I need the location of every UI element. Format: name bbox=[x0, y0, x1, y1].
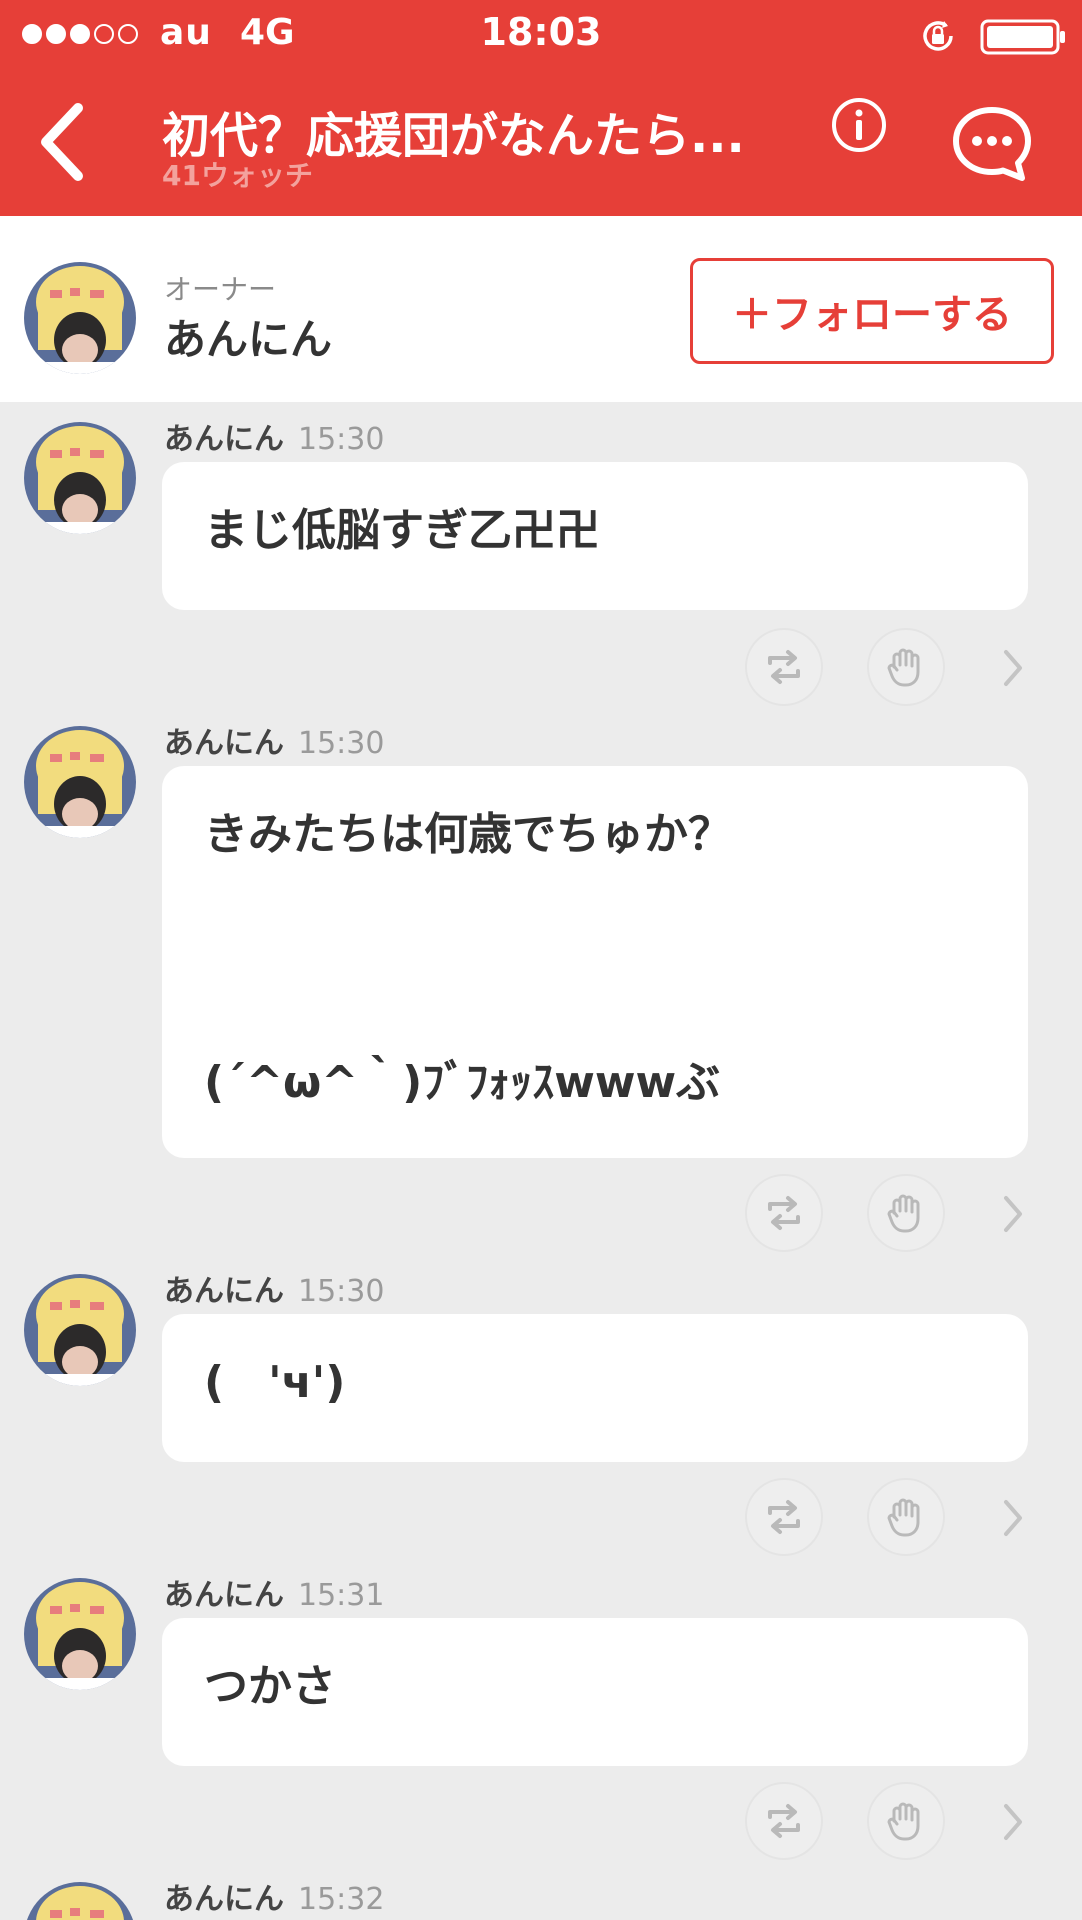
repost-icon bbox=[768, 650, 800, 684]
chevron-right-icon[interactable] bbox=[998, 1192, 1028, 1236]
repost-icon bbox=[768, 1196, 800, 1230]
avatar[interactable] bbox=[24, 726, 136, 838]
status-bar: au 4G 18:03 bbox=[0, 0, 1082, 70]
repost-button[interactable] bbox=[745, 1782, 823, 1860]
repost-button[interactable] bbox=[745, 1478, 823, 1556]
clap-button[interactable] bbox=[867, 1174, 945, 1252]
message-item: あんにん 15:30 きみたちは何歳でちゅか？ (´^ω^｀)ﾌﾞﾌｫｯｽwwwぶ bbox=[0, 718, 1082, 1252]
battery-icon bbox=[980, 19, 1065, 55]
message-bubble: つかさ bbox=[162, 1618, 1028, 1766]
clap-button[interactable] bbox=[867, 628, 945, 706]
owner-label: オーナー bbox=[164, 273, 277, 306]
message-author: あんにん bbox=[164, 1274, 284, 1309]
message-bubble: きみたちは何歳でちゅか？ (´^ω^｀)ﾌﾞﾌｫｯｽwwwぶ bbox=[162, 766, 1028, 1158]
owner-name[interactable]: あんにん bbox=[164, 306, 332, 367]
owner-section: オーナー あんにん ＋フォローする bbox=[0, 216, 1082, 402]
clap-button[interactable] bbox=[867, 1478, 945, 1556]
message-author: あんにん bbox=[164, 422, 284, 457]
message-author: あんにん bbox=[164, 726, 284, 761]
message-bubble: まじ低脳すぎ乙卍卍 bbox=[162, 462, 1028, 610]
message-item: あんにん 15:30 まじ低脳すぎ乙卍卍 bbox=[0, 414, 1082, 714]
repost-button[interactable] bbox=[745, 1174, 823, 1252]
message-time: 15:32 bbox=[298, 1882, 385, 1917]
chevron-right-icon[interactable] bbox=[998, 646, 1028, 690]
chat-bubble-icon[interactable] bbox=[950, 104, 1034, 182]
message-time: 15:30 bbox=[298, 422, 385, 457]
repost-icon bbox=[768, 1804, 800, 1838]
message-author: あんにん bbox=[164, 1882, 284, 1917]
clap-hand-icon bbox=[887, 1194, 920, 1233]
chevron-right-icon[interactable] bbox=[998, 1496, 1028, 1540]
avatar[interactable] bbox=[24, 1578, 136, 1690]
avatar[interactable] bbox=[24, 1882, 136, 1920]
clap-hand-icon bbox=[887, 1498, 920, 1537]
nav-bar: au 4G 18:03 初代？応援団がなんたら... 41ウォッチ bbox=[0, 0, 1082, 216]
rotation-lock-icon bbox=[923, 21, 953, 51]
clap-hand-icon bbox=[887, 1802, 920, 1841]
message-time: 15:30 bbox=[298, 726, 385, 761]
message-item: あんにん 15:32 bbox=[0, 1874, 1082, 1920]
watch-count: 41ウォッチ bbox=[162, 159, 313, 192]
avatar[interactable] bbox=[24, 262, 136, 374]
message-time: 15:30 bbox=[298, 1274, 385, 1309]
repost-icon bbox=[768, 1500, 800, 1534]
avatar[interactable] bbox=[24, 1274, 136, 1386]
chevron-right-icon[interactable] bbox=[998, 1800, 1028, 1844]
repost-button[interactable] bbox=[745, 628, 823, 706]
clap-hand-icon bbox=[887, 648, 920, 687]
avatar[interactable] bbox=[24, 422, 136, 534]
message-bubble: ( 'ч') bbox=[162, 1314, 1028, 1462]
follow-button[interactable]: ＋フォローする bbox=[690, 258, 1054, 364]
clap-button[interactable] bbox=[867, 1782, 945, 1860]
message-time: 15:31 bbox=[298, 1578, 385, 1613]
message-item: あんにん 15:31 つかさ bbox=[0, 1570, 1082, 1870]
message-item: あんにん 15:30 ( 'ч') bbox=[0, 1266, 1082, 1566]
back-icon[interactable] bbox=[34, 100, 92, 184]
info-icon[interactable] bbox=[830, 96, 888, 154]
message-author: あんにん bbox=[164, 1578, 284, 1613]
